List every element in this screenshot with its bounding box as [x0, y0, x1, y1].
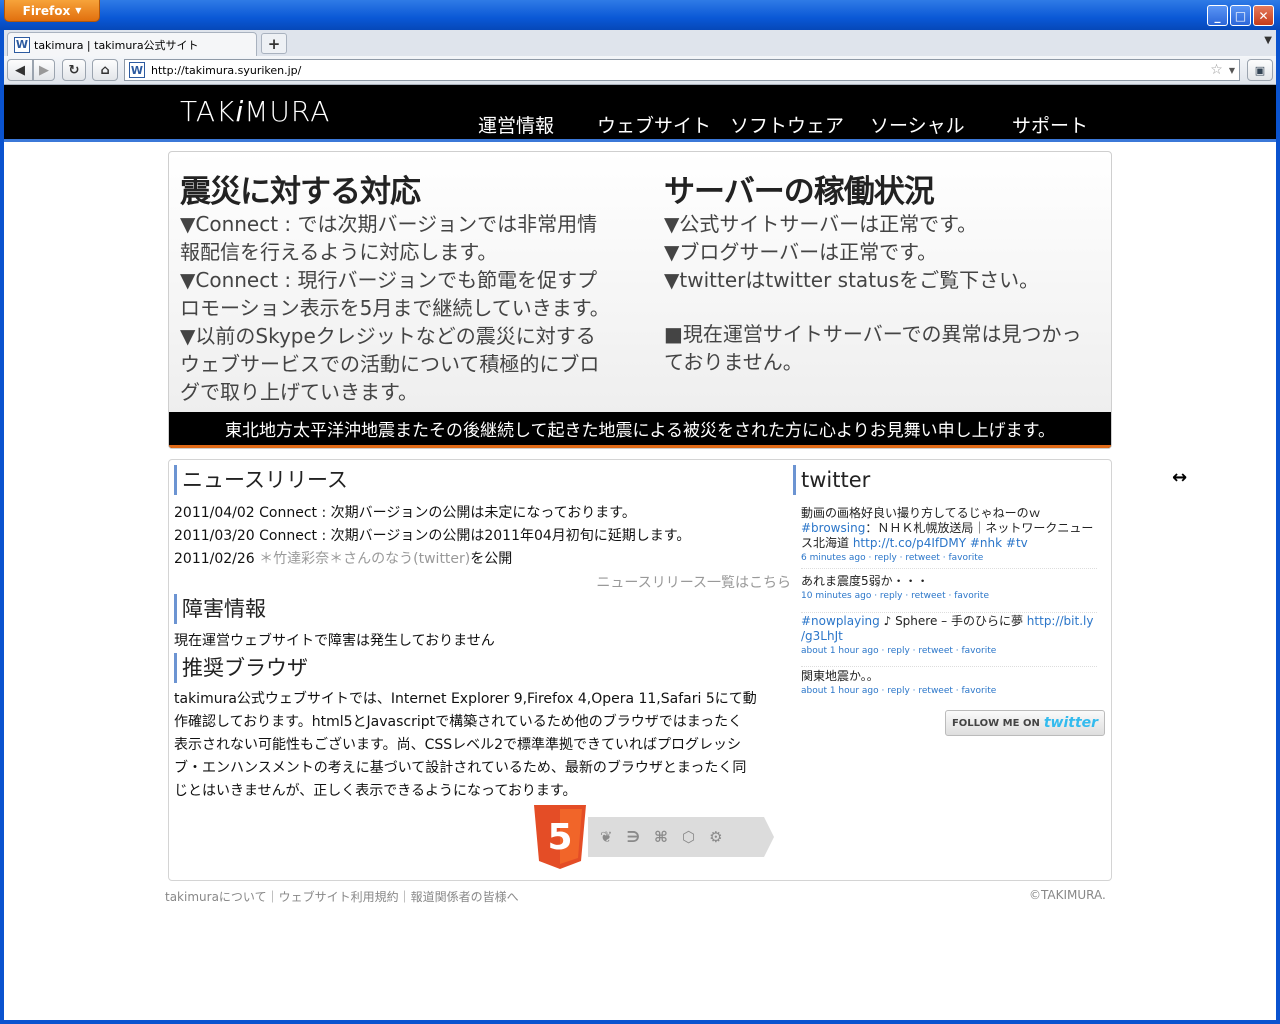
window-titlebar: [0, 0, 1280, 30]
recommended-browser-title: 推奨ブラウザ: [174, 653, 308, 683]
performance-gear-icon: ⚙: [709, 828, 723, 846]
nav-item-software[interactable]: ソフトウェア: [730, 111, 844, 138]
condolence-banner: 東北地方太平洋沖地震またその後継続して起きた地震による被災をされた方に心よりお見…: [169, 412, 1111, 448]
back-icon[interactable]: ◀: [7, 59, 33, 81]
disaster-response-title: 震災に対する対応: [180, 174, 421, 210]
reload-icon[interactable]: ↻: [62, 59, 86, 81]
twitter-logo-icon: twitter: [1043, 715, 1099, 731]
window-controls: _ □ ✕: [1207, 5, 1274, 26]
tweet-item: 動画の画格好良い撮り方してるじゃねーのｗ #browsing：ＮＨＫ札幌放送局｜…: [801, 506, 1097, 569]
main-content-box: ニュースリリース 2011/04/02 Connect : 次期バージョンの公開…: [168, 459, 1112, 881]
connectivity-icon: ⌘: [654, 828, 668, 846]
html5-badge[interactable]: 5 ❦ ∋ ⌘ ⬡ ⚙: [532, 805, 774, 869]
server-status-title: サーバーの稼働状況: [664, 174, 935, 210]
html5-feature-strip: ❦ ∋ ⌘ ⬡ ⚙: [588, 817, 774, 857]
storage-icon: ⬡: [681, 828, 696, 846]
close-icon[interactable]: ✕: [1253, 5, 1274, 26]
news-item: 2011/02/26 ＊竹達彩奈＊さんのなう(twitter)を公開: [174, 551, 513, 567]
tweet-item: 関東地震か。。 about 1 hour ago · reply · retwe…: [801, 669, 1097, 705]
addon-bar-icon[interactable]: ▣: [1247, 59, 1273, 81]
page-viewport: TAKiMURA 運営情報 ウェブサイト ソフトウェア ソーシャル サポート 震…: [4, 85, 1276, 1020]
nav-item-support[interactable]: サポート: [1012, 111, 1088, 138]
new-tab-button[interactable]: +: [261, 33, 287, 54]
css3-icon: ∋: [626, 828, 641, 846]
maximize-icon[interactable]: □: [1230, 5, 1251, 26]
tweet-url-link[interactable]: http://bit.ly: [1027, 614, 1094, 628]
recommended-browser-text: takimura公式ウェブサイトでは、Internet Explorer 9,F…: [174, 691, 757, 799]
window-border-right: [1276, 30, 1280, 1024]
news-item: 2011/03/20 Connect : 次期バージョンの公開は2011年04月…: [174, 528, 691, 544]
html5-digit: 5: [547, 817, 572, 858]
tweet-meta[interactable]: about 1 hour ago · reply · retweet · fav…: [801, 646, 1097, 656]
nav-item-social[interactable]: ソーシャル: [870, 111, 965, 138]
navigation-toolbar: ◀ ▶ ↻ ⌂ W http://takimura.syuriken.jp/ ☆…: [4, 56, 1276, 85]
semantics-icon: ❦: [600, 828, 613, 846]
tweet-meta[interactable]: 6 minutes ago · reply · retweet · favori…: [801, 553, 1097, 563]
home-icon[interactable]: ⌂: [92, 59, 118, 81]
site-favicon-icon: W: [14, 36, 30, 53]
tweet-item: あれま震度5弱か・・・ 10 minutes ago · reply · ret…: [801, 574, 1097, 613]
trouble-info-text: 現在運営ウェブサイトで障害は発生しておりません: [174, 633, 495, 649]
follow-me-on-twitter-button[interactable]: FOLLOW ME ON twitter: [945, 710, 1105, 736]
disaster-response-text: ▼Connect : では次期バージョンでは非常用情 報配信を行えるように対応し…: [180, 212, 610, 404]
chevron-down-icon: ▼: [75, 6, 82, 15]
firefox-menu-label: Firefox: [22, 3, 71, 18]
nav-item-operations[interactable]: 運営情報: [478, 111, 554, 138]
address-bar[interactable]: W http://takimura.syuriken.jp/ ☆ ▼: [124, 59, 1240, 81]
resize-cursor-icon: ↔: [1172, 467, 1188, 488]
tweet-url-link[interactable]: http://t.co/p4IfDMY: [853, 536, 966, 550]
twitter-title: twitter: [793, 465, 870, 495]
tab-bar: W takimura | takimura公式サイト + ▼: [4, 30, 1276, 56]
news-item: 2011/04/02 Connect : 次期バージョンの公開は未定になっており…: [174, 505, 636, 521]
announcement-panel: 震災に対する対応 ▼Connect : では次期バージョンでは非常用情 報配信を…: [168, 151, 1112, 449]
hashtag-link[interactable]: #browsing: [801, 521, 865, 535]
tweet-item: #nowplaying ♪ Sphere – 手のひらに夢 http://bit…: [801, 614, 1097, 667]
site-header: TAKiMURA 運営情報 ウェブサイト ソフトウェア ソーシャル サポート: [4, 85, 1276, 142]
firefox-menu-button[interactable]: Firefox ▼: [4, 0, 100, 22]
minimize-icon[interactable]: _: [1207, 5, 1228, 26]
forward-icon[interactable]: ▶: [33, 59, 55, 81]
tweet-url-link[interactable]: /g3LhJt: [801, 629, 843, 643]
url-text[interactable]: http://takimura.syuriken.jp/: [151, 64, 1204, 77]
server-status-note: ■現在運営サイトサーバーでの異常は見つかっ ておりません。: [664, 322, 1082, 374]
copyright: ©TAKIMURA.: [1029, 888, 1106, 902]
hashtag-link[interactable]: #nhk #tv: [970, 536, 1028, 550]
nav-item-website[interactable]: ウェブサイト: [597, 111, 711, 138]
html5-logo-icon: 5: [534, 805, 586, 869]
bookmark-star-icon[interactable]: ☆: [1210, 62, 1223, 78]
news-item-link[interactable]: ＊竹達彩奈＊さんのなう(twitter): [259, 551, 470, 567]
server-status-text: ▼公式サイトサーバーは正常です。 ▼ブログサーバーは正常です。 ▼twitter…: [664, 212, 1040, 292]
footer-links[interactable]: takimuraについて｜ウェブサイト利用規約｜報道関係者の皆様へ: [165, 888, 519, 905]
site-logo[interactable]: TAKiMURA: [180, 95, 330, 128]
url-history-dropdown-icon[interactable]: ▼: [1229, 66, 1235, 75]
site-identity-icon[interactable]: W: [129, 62, 145, 78]
tweet-meta[interactable]: about 1 hour ago · reply · retweet · fav…: [801, 686, 1097, 696]
tab-title: takimura | takimura公式サイト: [34, 38, 199, 52]
hashtag-link[interactable]: #nowplaying: [801, 614, 880, 628]
news-release-title: ニュースリリース: [174, 465, 348, 495]
tab-list-icon[interactable]: ▼: [1264, 35, 1272, 46]
tweet-meta[interactable]: 10 minutes ago · reply · retweet · favor…: [801, 591, 1097, 601]
window-border-bottom: [0, 1020, 1280, 1024]
news-list-link[interactable]: ニュースリリース一覧はこちら: [596, 572, 791, 592]
trouble-info-title: 障害情報: [174, 594, 266, 624]
tab-takimura[interactable]: W takimura | takimura公式サイト: [7, 32, 257, 56]
